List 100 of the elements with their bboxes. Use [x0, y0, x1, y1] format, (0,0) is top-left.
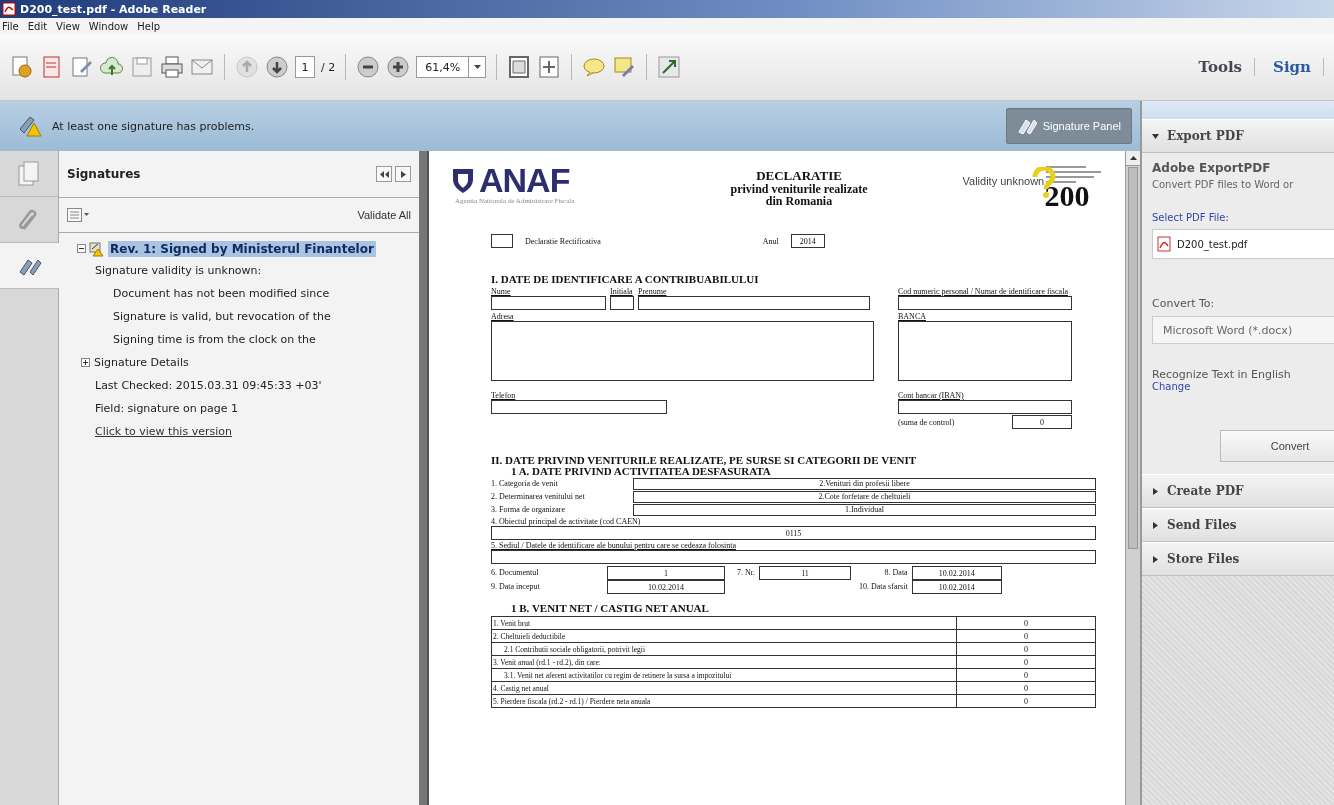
tree-item: Signature validity is unknown: [95, 264, 262, 277]
form-number: 200 [1044, 181, 1090, 211]
tree-item: Last Checked: 2015.03.31 09:45:33 +03' [95, 379, 322, 392]
expand-arrow-icon [1152, 521, 1159, 529]
section-heading: 1 A. DATE PRIVIND ACTIVITATEA DESFASURATA [511, 466, 772, 477]
field-label: 5. Sediul / Datele de identificare ale bunului pentru care se cedeaza folosinta [491, 541, 736, 550]
field-label: 2. Determinarea venitului net [491, 492, 586, 501]
zoom-in-icon[interactable] [386, 55, 411, 79]
form-field[interactable] [638, 296, 870, 310]
format-dropdown[interactable]: Microsoft Word (*.docx) [1152, 316, 1334, 344]
form-field: 1 [607, 566, 725, 580]
toolbar-button[interactable]: Tools [1186, 58, 1256, 76]
table-cell-text: 0 [1023, 657, 1029, 667]
field-label: Adresa [491, 312, 515, 321]
shield-icon [451, 166, 475, 194]
description: Convert PDF files to Word or [1152, 179, 1295, 190]
field-label: Nume [491, 287, 512, 296]
field-label: Prenume [638, 287, 668, 296]
form-field: 0115 [491, 526, 1096, 540]
form-field: 11 [759, 566, 851, 580]
field-label: Telefon [491, 391, 517, 400]
form-field[interactable] [898, 321, 1072, 381]
menu-item[interactable]: Edit [27, 20, 48, 32]
field-label: 3. Forma de organizare [491, 505, 567, 514]
table-cell-text: 0 [1023, 683, 1029, 693]
table-cell-text: 0 [1023, 670, 1029, 680]
form-field[interactable] [491, 296, 606, 310]
document-title: DECLARATIE privind veniturile realizate din Romania [729, 169, 869, 208]
year-label: Anul [762, 236, 779, 246]
form-field[interactable] [491, 321, 874, 381]
page-number-field[interactable]: 1 [295, 56, 315, 78]
tree-item: Signature is valid, but revocation of the [113, 310, 331, 323]
file-field[interactable]: D200_test.pdf [1152, 229, 1334, 259]
tree-item: Signing time is from the clock on the [113, 333, 316, 346]
field-label: Initiala [610, 287, 634, 296]
dropdown-caret-icon [473, 65, 481, 69]
scroll-up-icon[interactable] [1129, 156, 1137, 160]
panel-title: Signatures [67, 167, 141, 181]
form-field: 10.02.2014 [607, 580, 725, 594]
panel-section-header[interactable]: Store Files [1142, 542, 1334, 576]
form-field[interactable] [491, 400, 667, 414]
expand-panel-button[interactable] [395, 166, 411, 182]
zoom-field[interactable]: 61,4% [416, 56, 487, 78]
field-label: 9. Data inceput [491, 581, 541, 593]
form-field[interactable] [898, 400, 1072, 414]
edit-document-icon[interactable] [70, 55, 94, 79]
signature-pen-icon [1016, 118, 1037, 134]
validate-all-button[interactable]: Validate All [357, 209, 411, 221]
convert-button[interactable]: Convert [1220, 430, 1334, 462]
menu-item[interactable]: Window [88, 20, 129, 32]
panel-section-header[interactable]: Export PDF [1142, 119, 1334, 153]
form-field: 10.02.2014 [911, 580, 1002, 594]
form-field: 10.02.2014 [911, 566, 1002, 580]
signature-warning-icon [89, 241, 105, 257]
collapse-panel-button[interactable] [376, 166, 392, 182]
form-field[interactable] [898, 296, 1072, 310]
next-page-icon[interactable] [265, 55, 289, 79]
field-label: Cod numeric personal / Numar de identificare fiscala [898, 287, 1069, 296]
field-label: Cont bancar (IBAN) [898, 391, 965, 400]
expand-icon[interactable] [81, 358, 90, 367]
form-field[interactable] [610, 296, 634, 310]
change-link[interactable]: Change [1152, 381, 1334, 392]
table-cell-text: 0 [1023, 631, 1029, 641]
warning-message: At least one signature has problems. [52, 119, 255, 133]
convert-to-label: Convert To: [1152, 297, 1216, 310]
fit-width-icon[interactable] [537, 55, 562, 79]
fullscreen-icon[interactable] [657, 55, 682, 79]
form-field: 2.Cote forfetare de cheltuieli [633, 490, 1096, 503]
print-icon[interactable] [160, 55, 184, 79]
form-field[interactable] [491, 550, 1096, 564]
window-title: D200_test.pdf - Adobe Reader [20, 2, 207, 16]
zoom-out-icon[interactable] [356, 55, 381, 79]
menu-item[interactable]: Help [137, 20, 161, 32]
comment-icon[interactable] [582, 55, 607, 79]
create-pdf-icon[interactable] [10, 55, 34, 79]
scrollbar-thumb[interactable] [1128, 167, 1138, 549]
highlight-icon[interactable] [612, 55, 637, 79]
view-version-link[interactable]: Click to view this version [95, 425, 232, 438]
field-label: 1. Categoria de venit [491, 479, 559, 488]
table-cell-text: 0 [1023, 618, 1029, 628]
signature-revision[interactable]: Rev. 1: Signed by Ministerul Finantelor [108, 241, 376, 257]
checkbox[interactable] [491, 234, 513, 248]
signature-warning-icon [18, 115, 42, 137]
toolbar-button[interactable]: Sign [1261, 58, 1324, 76]
form-field: 2.Venituri din profesii libere [633, 477, 1096, 490]
menu-item[interactable]: View [56, 20, 80, 32]
panel-section-header[interactable]: Create PDF [1142, 474, 1334, 508]
field-label: BANCA [898, 312, 927, 321]
section-heading: I. DATE DE IDENTIFICARE A CONTRIBUABILULUI [491, 273, 760, 285]
menu-item[interactable]: File [2, 20, 19, 32]
options-menu-icon[interactable] [67, 208, 89, 222]
collapse-icon[interactable] [77, 243, 86, 253]
panel-section-header[interactable]: Send Files [1142, 508, 1334, 542]
expand-arrow-icon [1152, 487, 1159, 495]
tree-item[interactable]: Signature Details [94, 356, 189, 369]
pdf-file-icon [2, 2, 16, 16]
fit-page-icon[interactable] [507, 55, 532, 79]
tree-item: Document has not been modified since [113, 287, 330, 300]
section-heading: Adobe ExportPDF [1152, 161, 1272, 175]
expand-arrow-icon [1152, 555, 1159, 563]
